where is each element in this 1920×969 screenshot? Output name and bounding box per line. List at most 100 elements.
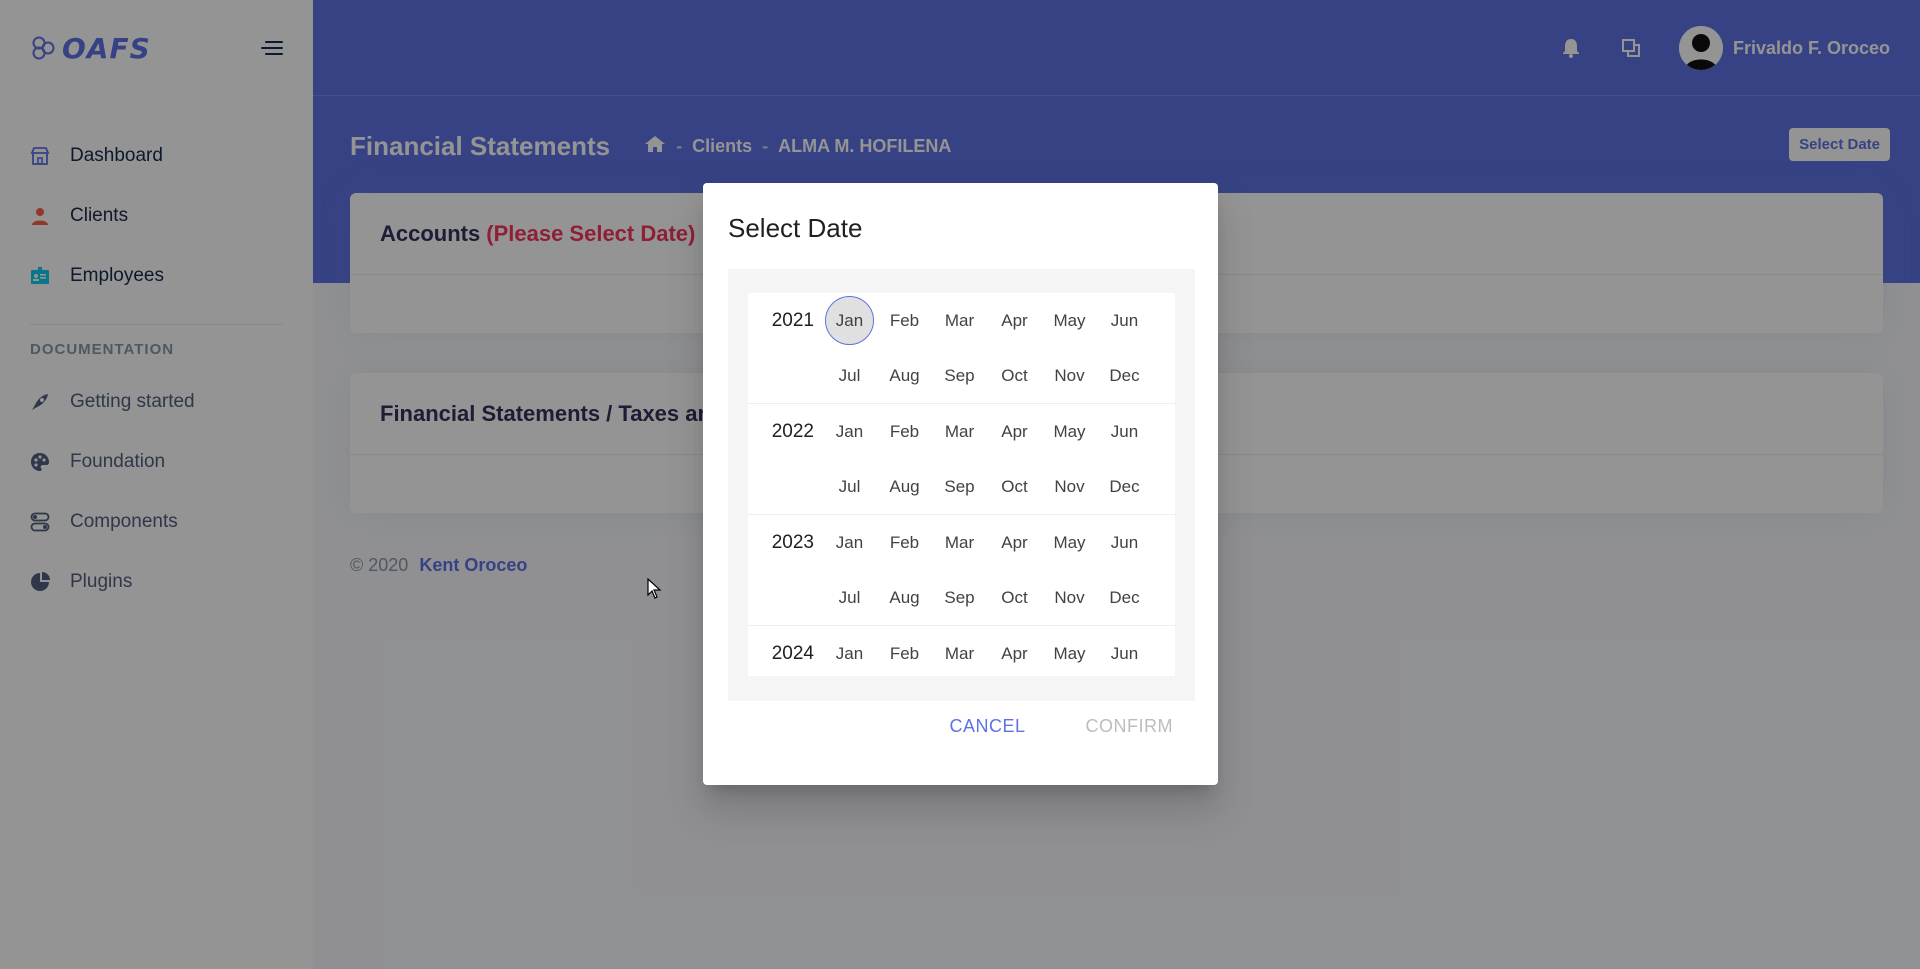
month-option[interactable]: Jul <box>822 459 877 514</box>
month-label: Oct <box>1001 587 1028 607</box>
month-option[interactable]: Oct <box>987 348 1042 403</box>
month-label: Sep <box>944 476 975 496</box>
month-label: Oct <box>1001 476 1028 496</box>
month-option[interactable]: Mar <box>932 293 987 348</box>
month-option[interactable]: Sep <box>932 570 987 625</box>
month-option[interactable]: Feb <box>877 404 932 459</box>
month-row: 2023 Jan Feb Mar Apr May Jun <box>748 515 1175 570</box>
confirm-button[interactable]: CONFIRM <box>1066 708 1194 745</box>
month-label: Jul <box>838 365 861 385</box>
year-block: 2024 Jan Feb Mar Apr May Jun <box>748 626 1175 676</box>
month-label: Mar <box>944 421 975 441</box>
year-label: 2022 <box>771 420 814 442</box>
month-label: Aug <box>889 365 920 385</box>
month-label: May <box>1053 643 1086 663</box>
month-option[interactable]: Jun <box>1097 515 1152 570</box>
month-option[interactable]: Mar <box>932 404 987 459</box>
month-option[interactable]: Mar <box>932 626 987 676</box>
month-label: Jan <box>825 296 874 345</box>
month-label: Jul <box>838 587 861 607</box>
month-option[interactable]: Nov <box>1042 570 1097 625</box>
month-label: Jun <box>1110 643 1139 663</box>
month-option[interactable]: Mar <box>932 515 987 570</box>
month-label: Nov <box>1054 365 1085 385</box>
month-label: Dec <box>1109 365 1140 385</box>
month-label: Sep <box>944 587 975 607</box>
month-row: 2022 Jan Feb Mar Apr May Jun <box>748 404 1175 459</box>
month-option[interactable]: Jan <box>822 626 877 676</box>
year-label: 2024 <box>771 642 814 664</box>
month-label: Mar <box>944 532 975 552</box>
month-option[interactable]: Jun <box>1097 404 1152 459</box>
month-label: Jul <box>838 476 861 496</box>
month-label: Oct <box>1001 365 1028 385</box>
month-label: Jan <box>835 643 864 663</box>
month-option[interactable]: Jun <box>1097 293 1152 348</box>
month-option[interactable]: Apr <box>987 626 1042 676</box>
month-label: Jun <box>1110 421 1139 441</box>
month-option[interactable]: Nov <box>1042 459 1097 514</box>
month-option[interactable]: Aug <box>877 459 932 514</box>
month-option[interactable]: May <box>1042 515 1097 570</box>
month-option[interactable]: Feb <box>877 515 932 570</box>
month-label: Sep <box>944 365 975 385</box>
month-option[interactable]: Jul <box>822 570 877 625</box>
month-option[interactable]: Aug <box>877 348 932 403</box>
month-label: Aug <box>889 476 920 496</box>
month-option[interactable]: Aug <box>877 570 932 625</box>
month-label: Jun <box>1110 310 1139 330</box>
month-label: Apr <box>1001 421 1028 441</box>
cancel-button[interactable]: CANCEL <box>929 708 1045 745</box>
select-date-dialog: Select Date 2021 Jan Feb Mar Apr May Jun Jul Aug… <box>703 183 1218 785</box>
month-option[interactable]: Jan <box>822 293 877 348</box>
dialog-title: Select Date <box>728 213 863 243</box>
mouse-cursor-icon <box>647 578 662 599</box>
month-label: Jun <box>1110 532 1139 552</box>
month-option[interactable]: Dec <box>1097 570 1152 625</box>
month-label: Feb <box>889 532 920 552</box>
month-option[interactable]: Jun <box>1097 626 1152 676</box>
month-option[interactable]: Sep <box>932 459 987 514</box>
month-label: Mar <box>944 643 975 663</box>
month-option[interactable]: Nov <box>1042 348 1097 403</box>
month-option[interactable]: Apr <box>987 404 1042 459</box>
month-label: May <box>1053 532 1086 552</box>
month-option[interactable]: May <box>1042 293 1097 348</box>
month-row: Jul Aug Sep Oct Nov Dec <box>748 570 1175 625</box>
month-row: Jul Aug Sep Oct Nov Dec <box>748 348 1175 403</box>
month-label: Apr <box>1001 643 1028 663</box>
month-row: 2021 Jan Feb Mar Apr May Jun <box>748 293 1175 348</box>
month-row: Jul Aug Sep Oct Nov Dec <box>748 459 1175 514</box>
month-picker-list[interactable]: 2021 Jan Feb Mar Apr May Jun Jul Aug Sep Oct Nov Dec… <box>748 293 1175 676</box>
month-label: Dec <box>1109 476 1140 496</box>
month-option[interactable]: Jul <box>822 348 877 403</box>
month-label: Nov <box>1054 587 1085 607</box>
month-option[interactable]: Oct <box>987 459 1042 514</box>
month-option[interactable]: Dec <box>1097 348 1152 403</box>
month-label: Apr <box>1001 310 1028 330</box>
month-option[interactable]: Jan <box>822 404 877 459</box>
month-option[interactable]: Apr <box>987 515 1042 570</box>
month-option[interactable]: Oct <box>987 570 1042 625</box>
month-label: Mar <box>944 310 975 330</box>
month-label: Aug <box>889 587 920 607</box>
month-label: Apr <box>1001 532 1028 552</box>
year-block: 2022 Jan Feb Mar Apr May Jun Jul Aug Sep Oct Nov Dec <box>748 404 1175 515</box>
month-option[interactable]: Feb <box>877 293 932 348</box>
year-label: 2021 <box>771 309 814 331</box>
month-label: Feb <box>889 310 920 330</box>
month-option[interactable]: Apr <box>987 293 1042 348</box>
month-label: May <box>1053 421 1086 441</box>
month-option[interactable]: Dec <box>1097 459 1152 514</box>
year-block: 2021 Jan Feb Mar Apr May Jun Jul Aug Sep Oct Nov Dec <box>748 293 1175 404</box>
month-row: 2024 Jan Feb Mar Apr May Jun <box>748 626 1175 676</box>
month-picker: 2021 Jan Feb Mar Apr May Jun Jul Aug Sep Oct Nov Dec… <box>728 269 1195 701</box>
month-option[interactable]: Jan <box>822 515 877 570</box>
dialog-actions: CANCEL CONFIRM <box>929 708 1193 745</box>
month-option[interactable]: Feb <box>877 626 932 676</box>
month-option[interactable]: Sep <box>932 348 987 403</box>
month-label: May <box>1053 310 1086 330</box>
month-option[interactable]: May <box>1042 404 1097 459</box>
month-label: Jan <box>835 532 864 552</box>
month-option[interactable]: May <box>1042 626 1097 676</box>
